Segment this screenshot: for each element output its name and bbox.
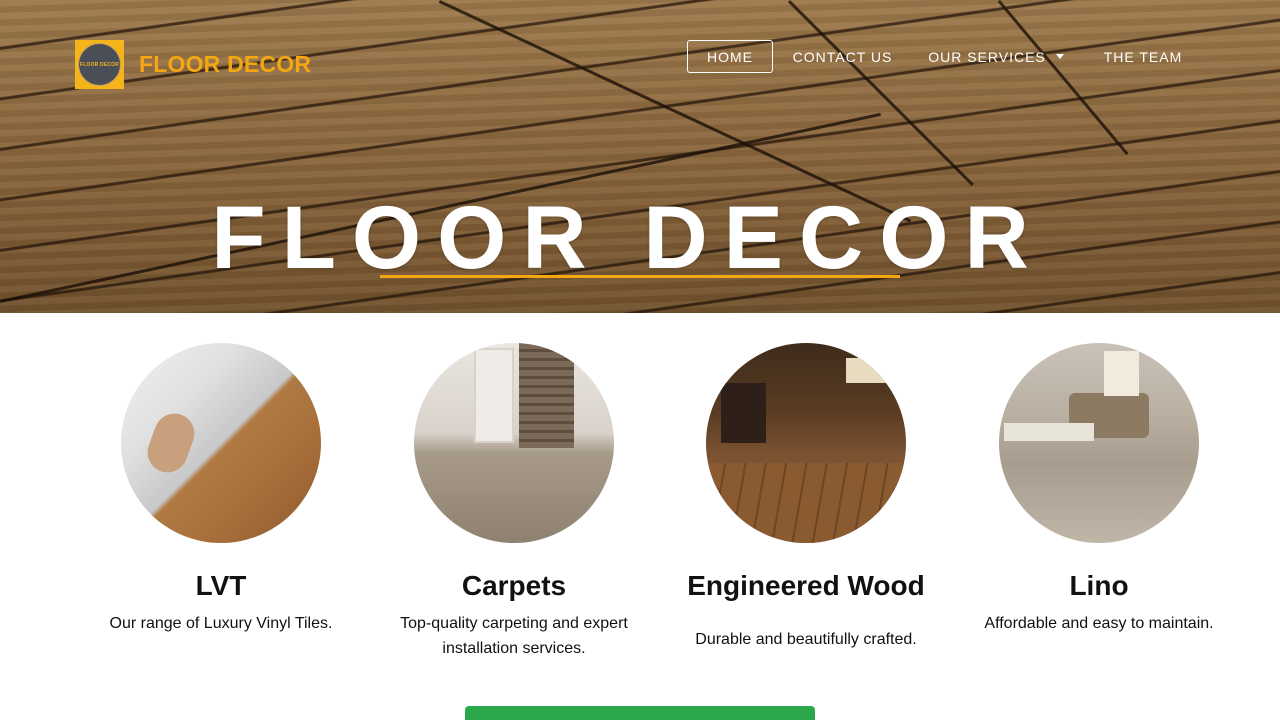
logo-text: FLOOR DECOR: [139, 51, 312, 77]
nav-contact-label: CONTACT US: [792, 48, 893, 65]
site-logo[interactable]: FLOOR DECOR FLOOR DECOR: [75, 40, 311, 89]
service-description: Top-quality carpeting and expert install…: [400, 615, 628, 657]
hero-underline: [380, 275, 900, 278]
service-description: Our range of Luxury Vinyl Tiles.: [109, 615, 333, 632]
service-lvt[interactable]: LVT Our range of Luxury Vinyl Tiles.: [81, 343, 361, 636]
service-title: Carpets: [461, 570, 567, 601]
service-title: Lino: [1069, 570, 1129, 601]
window-shape: [1104, 351, 1139, 396]
logo-badge-icon: FLOOR DECOR: [75, 40, 124, 89]
service-carpets[interactable]: Carpets Top-quality carpeting and expert…: [374, 343, 654, 661]
lino-living-room-photo: [999, 343, 1199, 543]
logo-badge-text: FLOOR DECOR: [79, 61, 120, 68]
service-title: Engineered Wood: [687, 570, 925, 601]
hero-title: FLOOR DECOR: [211, 187, 1045, 287]
vinyl-plank-install-photo: [121, 343, 321, 543]
wood-floor-living-room-photo: [706, 343, 906, 543]
service-description: Affordable and easy to maintain.: [984, 615, 1214, 632]
coffee-table-shape: [1004, 423, 1094, 441]
fireplace-shape: [721, 383, 766, 443]
service-title: LVT: [195, 570, 247, 601]
nav-home[interactable]: HOME: [687, 40, 773, 73]
logo-circle: FLOOR DECOR: [78, 43, 121, 86]
nav-team-label: THE TEAM: [1103, 48, 1183, 65]
nav-services-label: OUR SERVICES: [928, 48, 1046, 65]
chevron-down-icon: [1055, 54, 1064, 59]
wood-floor-shape: [706, 463, 906, 543]
hand-shape: [141, 407, 201, 479]
nav-home-label: HOME: [707, 48, 753, 65]
carpeted-hallway-photo: [414, 343, 614, 543]
service-description: Durable and beautifully crafted.: [695, 631, 917, 648]
nav-contact-us[interactable]: CONTACT US: [787, 40, 898, 73]
nav-our-services[interactable]: OUR SERVICES: [926, 40, 1066, 73]
nav-the-team[interactable]: THE TEAM: [1098, 40, 1188, 73]
hero-banner: FLOOR DECOR FLOOR DECOR HOME CONTACT US …: [0, 0, 1280, 313]
door-shape: [474, 348, 514, 443]
service-lino[interactable]: Lino Affordable and easy to maintain.: [959, 343, 1239, 636]
service-engineered-wood[interactable]: Engineered Wood Durable and beautifully …: [666, 343, 946, 652]
cta-button[interactable]: [465, 706, 815, 720]
window-shape: [846, 358, 891, 383]
stairs-shape: [519, 343, 574, 448]
